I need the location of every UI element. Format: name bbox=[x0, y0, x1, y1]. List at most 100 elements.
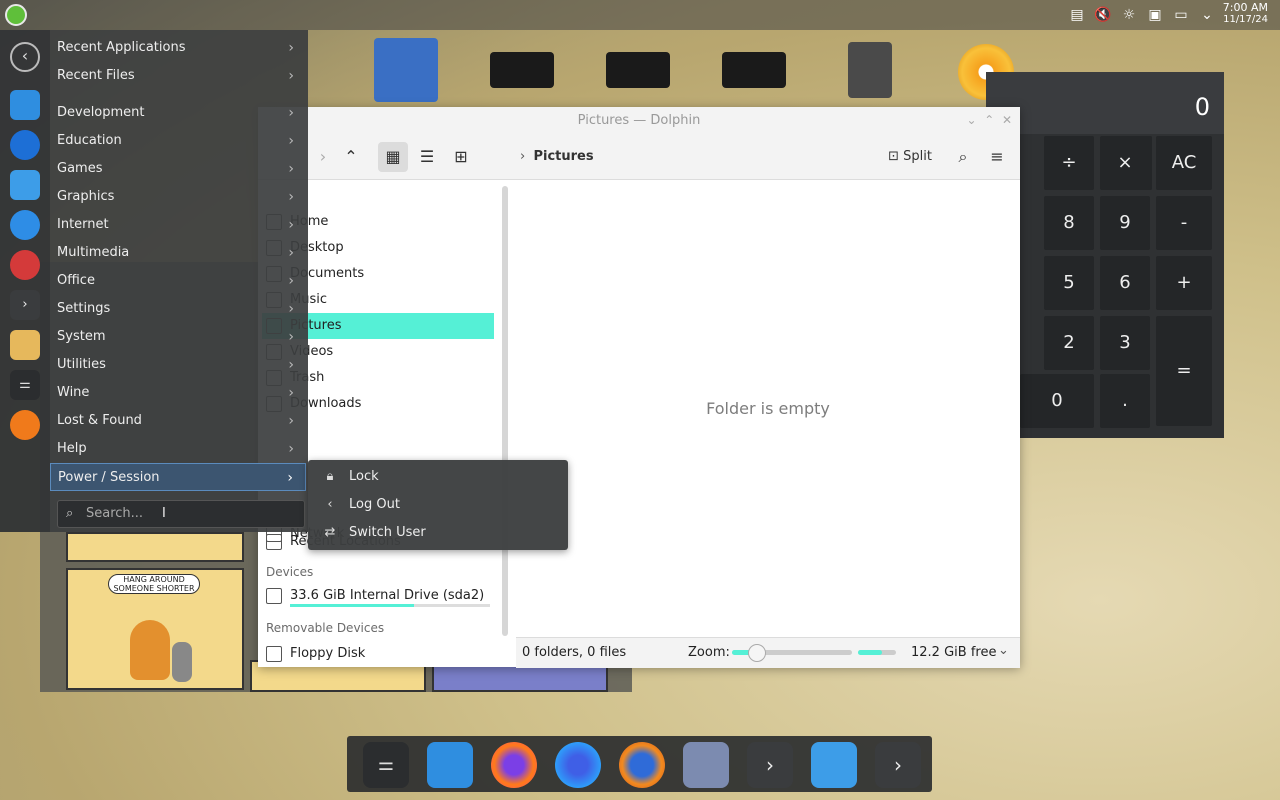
garfield-figure bbox=[130, 620, 170, 680]
application-launcher-icon[interactable] bbox=[5, 4, 27, 26]
minimize-icon[interactable]: ⌄ bbox=[967, 113, 977, 127]
key-3[interactable]: 3 bbox=[1100, 316, 1150, 370]
zoom-slider-handle[interactable] bbox=[748, 644, 766, 662]
hamburger-menu-icon[interactable]: ≡ bbox=[982, 142, 1012, 172]
menu-item-games[interactable]: Games › bbox=[50, 155, 306, 183]
firefox-classic-icon[interactable] bbox=[619, 742, 665, 788]
chevron-right-icon: › bbox=[287, 470, 293, 486]
submenu-item-lock[interactable]: 🔒︎ Lock bbox=[316, 463, 560, 491]
menu-item-system[interactable]: System › bbox=[50, 323, 306, 351]
clock[interactable]: 7:00 AM 11/17/24 bbox=[1223, 2, 1268, 26]
menu-label: System bbox=[57, 329, 106, 344]
settings-sliders-icon[interactable]: ⚌ bbox=[10, 370, 40, 400]
clock-time: 7:00 AM bbox=[1222, 1, 1268, 14]
menu-item-internet[interactable]: Internet › bbox=[50, 211, 306, 239]
sidebar-scrollbar[interactable] bbox=[502, 186, 508, 636]
key-minus[interactable]: - bbox=[1156, 196, 1212, 250]
mousepad-icon[interactable] bbox=[683, 742, 729, 788]
submenu-item-switch-user[interactable]: ⇄ Switch User bbox=[316, 519, 560, 547]
menu-item-power-session[interactable]: Power / Session › bbox=[50, 463, 306, 491]
key-all-clear[interactable]: AC bbox=[1156, 136, 1212, 190]
key-9[interactable]: 9 bbox=[1100, 196, 1150, 250]
firefox-icon[interactable] bbox=[10, 410, 40, 440]
zoom-slider[interactable] bbox=[732, 644, 852, 662]
submenu-item-log-out[interactable]: ‹ Log Out bbox=[316, 491, 560, 519]
icons-view-icon[interactable]: ▦ bbox=[378, 142, 408, 172]
menu-item-education[interactable]: Education › bbox=[50, 127, 306, 155]
key-decimal[interactable]: . bbox=[1100, 374, 1150, 428]
key-0[interactable]: 0 bbox=[1020, 374, 1094, 428]
menu-item-help[interactable]: Help › bbox=[50, 435, 306, 463]
save-icon[interactable]: ▣ bbox=[1146, 6, 1164, 24]
archive-icon[interactable] bbox=[10, 330, 40, 360]
key-plus[interactable]: + bbox=[1156, 256, 1212, 310]
breadcrumb-current: Pictures bbox=[533, 149, 594, 164]
brightness-icon[interactable]: ☼ bbox=[1120, 6, 1138, 24]
forward-icon[interactable]: › bbox=[308, 142, 338, 172]
back-icon[interactable]: ‹ bbox=[10, 42, 40, 72]
menu-label: Lost & Found bbox=[57, 413, 142, 428]
menu-search-field[interactable]: ⌕ Search... I bbox=[57, 500, 305, 528]
free-space-label[interactable]: 12.2 GiB free bbox=[911, 645, 996, 660]
sidebar-item-floppy[interactable]: Floppy Disk bbox=[262, 641, 494, 667]
menu-item-recent-applications[interactable]: Recent Applications › bbox=[50, 34, 306, 62]
menu-item-graphics[interactable]: Graphics › bbox=[50, 183, 306, 211]
terminal-arrow-icon[interactable]: › bbox=[747, 742, 793, 788]
desktop-vaio-icon[interactable] bbox=[606, 52, 670, 88]
notes-icon[interactable]: ▤ bbox=[1068, 6, 1086, 24]
key-divide[interactable]: ÷ bbox=[1044, 136, 1094, 190]
discover-store-icon[interactable] bbox=[427, 742, 473, 788]
menu-item-development[interactable]: Development › bbox=[50, 99, 306, 127]
help-lifebuoy-icon[interactable] bbox=[10, 250, 40, 280]
maximize-icon[interactable]: ⌃ bbox=[984, 113, 994, 127]
breadcrumb[interactable]: › Pictures bbox=[520, 142, 630, 172]
desktop-terminal-file-icon[interactable] bbox=[848, 42, 892, 98]
menu-item-multimedia[interactable]: Multimedia › bbox=[50, 239, 306, 267]
volume-muted-icon[interactable]: 🔇 bbox=[1094, 6, 1112, 24]
desktop-vaio-icon[interactable] bbox=[722, 52, 786, 88]
key-8[interactable]: 8 bbox=[1044, 196, 1094, 250]
recent-locations-icon bbox=[266, 534, 282, 550]
desktop-vaio-icon[interactable] bbox=[490, 52, 554, 88]
expand-tray-icon[interactable]: ⌄ bbox=[1198, 6, 1216, 24]
terminal-icon[interactable]: › bbox=[10, 290, 40, 320]
document-icon[interactable] bbox=[10, 90, 40, 120]
network-app-icon[interactable] bbox=[10, 210, 40, 240]
folder-icon[interactable] bbox=[10, 170, 40, 200]
key-5[interactable]: 5 bbox=[1044, 256, 1094, 310]
firefox-icon[interactable] bbox=[491, 742, 537, 788]
key-multiply[interactable]: × bbox=[1100, 136, 1150, 190]
menu-item-recent-files[interactable]: Recent Files › bbox=[50, 62, 306, 90]
system-settings-icon[interactable]: ⚌ bbox=[363, 742, 409, 788]
browser-icon[interactable] bbox=[10, 130, 40, 160]
favorites-column: ‹ › ⚌ bbox=[0, 30, 50, 532]
firefox-nightly-icon[interactable] bbox=[555, 742, 601, 788]
key-2[interactable]: 2 bbox=[1044, 316, 1094, 370]
chevron-right-icon: › bbox=[288, 189, 294, 205]
comic-panel-top bbox=[66, 532, 244, 562]
chevron-right-icon: › bbox=[288, 245, 294, 261]
removable-devices-header: Removable Devices bbox=[266, 621, 385, 635]
chevron-right-icon: › bbox=[288, 68, 294, 84]
key-equals[interactable]: = bbox=[1156, 316, 1212, 426]
close-icon[interactable]: ✕ bbox=[1002, 113, 1012, 127]
menu-item-settings[interactable]: Settings › bbox=[50, 295, 306, 323]
menu-label: Games bbox=[57, 161, 103, 176]
expand-arrow-icon[interactable]: › bbox=[875, 742, 921, 788]
menu-item-lost-and-found[interactable]: Lost & Found › bbox=[50, 407, 306, 435]
file-manager-icon[interactable] bbox=[811, 742, 857, 788]
top-panel: ▤ 🔇 ☼ ▣ ▭ ⌄ 7:00 AM 11/17/24 bbox=[0, 0, 1280, 30]
up-icon[interactable]: ⌃ bbox=[336, 142, 366, 172]
key-6[interactable]: 6 bbox=[1100, 256, 1150, 310]
menu-item-wine[interactable]: Wine › bbox=[50, 379, 306, 407]
details-view-icon[interactable]: ⊞ bbox=[446, 142, 476, 172]
menu-item-office[interactable]: Office › bbox=[50, 267, 306, 295]
free-space-dropdown-icon[interactable]: ⌄ bbox=[998, 643, 1009, 658]
display-icon[interactable]: ▭ bbox=[1172, 6, 1190, 24]
split-button[interactable]: ⊡ Split bbox=[880, 142, 940, 172]
desktop-game-icon[interactable] bbox=[374, 38, 438, 102]
compact-view-icon[interactable]: ☰ bbox=[412, 142, 442, 172]
menu-item-utilities[interactable]: Utilities › bbox=[50, 351, 306, 379]
chevron-right-icon: › bbox=[288, 413, 294, 429]
search-icon[interactable]: ⌕ bbox=[948, 142, 978, 172]
